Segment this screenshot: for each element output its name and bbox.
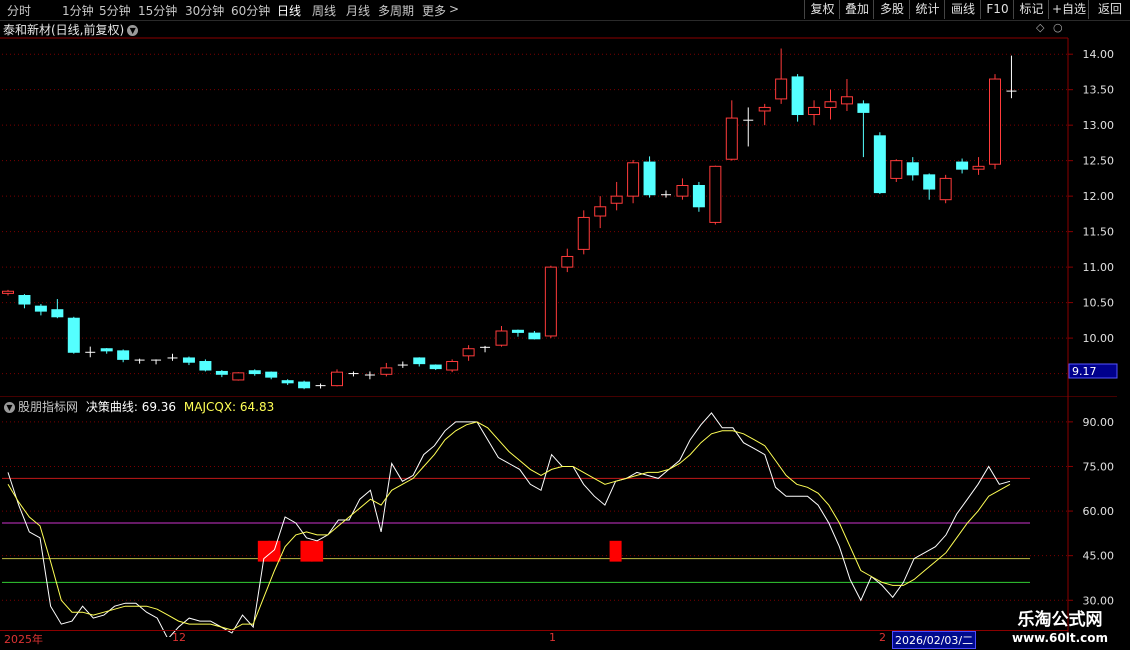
candle-body (495, 330, 508, 346)
candle-body (34, 305, 47, 312)
candle-body (824, 101, 837, 108)
candle-body (265, 371, 278, 378)
candle-body (528, 332, 541, 340)
signal-marker (609, 540, 622, 562)
candle-body (67, 317, 80, 353)
candle-body (18, 295, 31, 305)
current-price-label: 9.17 (1072, 365, 1097, 378)
candle-body (890, 160, 903, 179)
candle-body (692, 184, 705, 208)
candle-body (117, 350, 130, 360)
y-tick-label: 90.00 (1083, 416, 1115, 429)
decision-curve-line (7, 412, 1011, 637)
candle-body (791, 76, 804, 116)
y-tick-label: 14.00 (1083, 48, 1115, 61)
candle-body (676, 184, 689, 197)
candle-body (232, 372, 245, 381)
y-tick-label: 10.50 (1083, 297, 1115, 310)
candle-body (446, 361, 459, 371)
candlestick-chart[interactable]: 14.00 13.50 13.00 12.50 12.00 11.50 11.00 10.50… (0, 0, 1130, 397)
candle-body (380, 367, 393, 375)
y-tick-label: 12.00 (1083, 190, 1115, 203)
candle-body (857, 103, 870, 113)
date-label-1: 1 (549, 631, 556, 644)
candle-body (248, 370, 261, 375)
watermark-name: 乐淘公式网 (1017, 610, 1103, 630)
candle-body (873, 135, 886, 194)
y-tick-label: 60.00 (1083, 505, 1115, 518)
y-tick-label: 12.50 (1083, 155, 1115, 168)
date-axis: 2025年 12 1 2 2026/02/03/二 (0, 630, 1068, 649)
y-tick-label: 75.00 (1083, 460, 1115, 473)
candle-body (808, 106, 821, 116)
candle-body (923, 174, 936, 190)
current-date-label: 2026/02/03/二 (892, 631, 977, 649)
candle-body (972, 165, 985, 170)
watermark-url: www.60lt.com (1011, 631, 1109, 645)
y-tick-label: 13.00 (1083, 119, 1115, 132)
candle-body (462, 348, 475, 357)
y-tick-label: 45.00 (1083, 550, 1115, 563)
candle-body (577, 216, 590, 250)
candle-body (989, 78, 1001, 165)
candle-body (51, 309, 64, 318)
y-tick-label: 13.50 (1083, 84, 1115, 97)
candle-body (709, 165, 722, 223)
candle-body (331, 371, 343, 387)
signal-marker (300, 540, 313, 562)
candle-body (758, 106, 771, 112)
date-label-2: 2 (879, 631, 886, 644)
date-label-2025: 2025年 (4, 633, 43, 646)
candle-body (413, 357, 426, 365)
candle-body (775, 78, 788, 100)
watermark: 乐淘公式网 www.60lt.com (995, 610, 1125, 650)
candle-body (725, 117, 738, 160)
y-tick-label: 11.00 (1083, 261, 1115, 274)
y-tick-label: 10.00 (1083, 332, 1115, 345)
candle-body (182, 357, 195, 363)
candle-body (281, 380, 294, 384)
y-tick-label: 30.00 (1083, 594, 1115, 607)
candle-body (2, 290, 14, 294)
candle-body (215, 370, 228, 375)
candle-body (906, 162, 919, 176)
candle-body (561, 255, 574, 268)
candle-body (594, 206, 607, 217)
candle-body (643, 161, 656, 196)
candle-body (511, 329, 524, 333)
candle-body (199, 361, 212, 371)
candle-body (429, 364, 442, 370)
candle-body (939, 177, 952, 201)
candle-body (544, 266, 557, 337)
signal-marker (268, 540, 281, 562)
signal-marker (311, 540, 324, 562)
indicator-chart[interactable]: 90.00 75.00 60.00 45.00 30.00 (0, 397, 1130, 637)
candle-body (840, 96, 853, 105)
y-tick-label: 11.50 (1083, 226, 1115, 239)
date-label-12: 12 (172, 631, 186, 644)
candle-body (100, 348, 113, 352)
candle-body (610, 195, 623, 204)
candle-body (956, 161, 969, 170)
candle-body (298, 381, 311, 389)
candle-body (627, 162, 640, 197)
